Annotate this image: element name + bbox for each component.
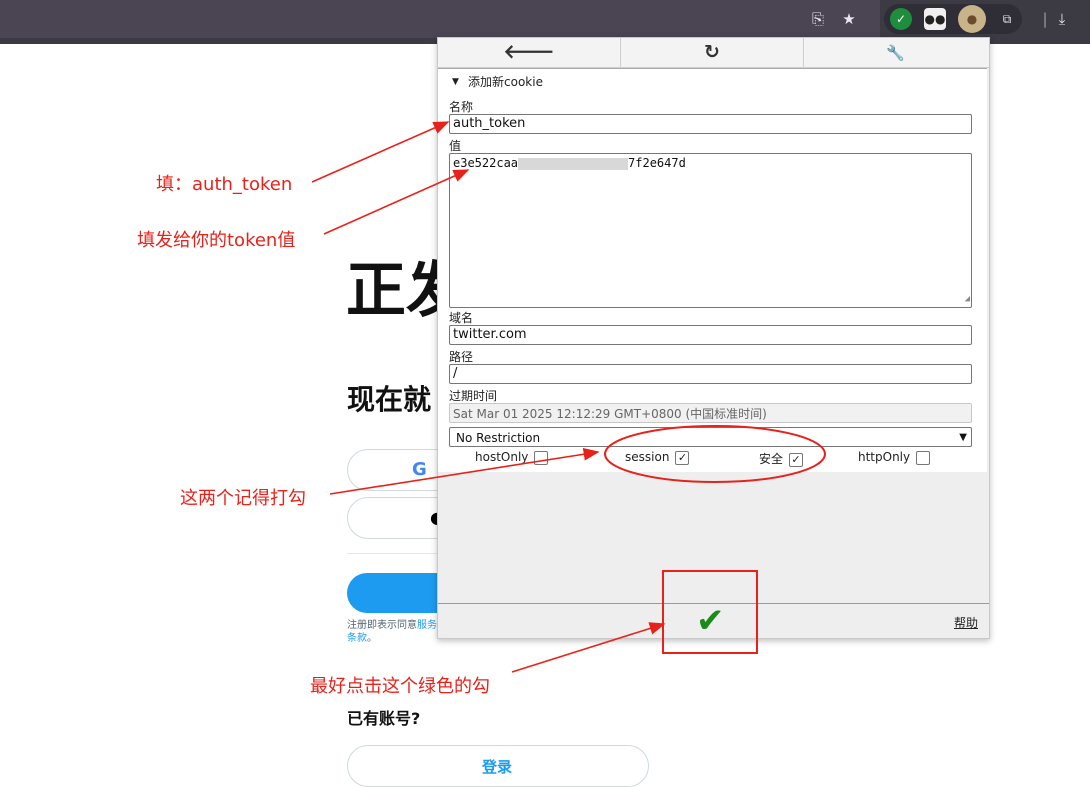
annotation-fill-value: 填发给你的token值 xyxy=(137,230,296,251)
confirm-highlight-box xyxy=(662,570,758,654)
arrow-to-name xyxy=(311,121,450,183)
annotation-check-these: 这两个记得打勾 xyxy=(180,488,306,509)
annotation-fill-name: 填：auth_token xyxy=(156,174,293,195)
arrow-to-checkboxes xyxy=(329,447,600,495)
checkbox-highlight-ellipse xyxy=(604,425,826,483)
arrow-to-value xyxy=(323,169,470,235)
arrow-to-confirm xyxy=(511,622,666,673)
annotation-click-green: 最好点击这个绿色的勾 xyxy=(310,676,490,697)
annotation-overlay xyxy=(311,121,826,673)
